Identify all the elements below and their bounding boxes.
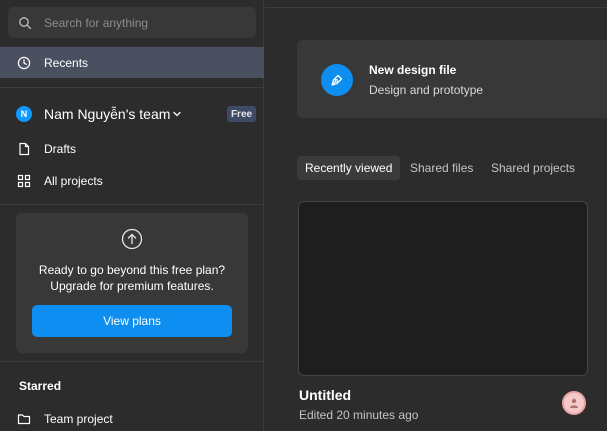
grid-icon — [17, 174, 31, 187]
sidebar-item-label: Recents — [44, 55, 89, 70]
tab-shared-projects[interactable]: Shared projects — [483, 156, 583, 180]
avatar — [562, 391, 586, 415]
tab-recently-viewed[interactable]: Recently viewed — [297, 156, 401, 180]
plan-badge: Free — [227, 106, 256, 122]
new-file-subtitle: Design and prototype — [369, 83, 484, 97]
team-avatar: N — [16, 106, 32, 122]
view-plans-button[interactable]: View plans — [32, 305, 232, 337]
sidebar-divider — [0, 361, 264, 362]
main-content: New design file Design and prototype Rec… — [265, 0, 607, 431]
sidebar: Recents N Nam Nguyễn's team Free Drafts — [0, 0, 264, 431]
app-window: Recents N Nam Nguyễn's team Free Drafts — [0, 0, 607, 431]
sidebar-item-recents[interactable]: Recents — [0, 47, 264, 78]
sidebar-divider — [0, 204, 264, 205]
pen-tool-icon — [331, 74, 343, 86]
upgrade-card: Ready to go beyond this free plan? Upgra… — [16, 213, 248, 353]
search-box[interactable] — [8, 7, 256, 38]
team-name: Nam Nguyễn's team — [44, 106, 171, 122]
sidebar-item-all-projects[interactable]: All projects — [0, 165, 264, 196]
folder-icon — [17, 413, 31, 424]
chevron-down-icon — [173, 111, 181, 117]
sidebar-item-label: Drafts — [44, 141, 77, 156]
sidebar-item-team-project[interactable]: Team project — [0, 403, 264, 431]
file-title[interactable]: Untitled — [299, 387, 351, 403]
starred-heading: Starred — [19, 379, 62, 393]
header-divider — [265, 7, 607, 8]
pen-tool-icon-badge — [321, 64, 353, 96]
search-icon — [19, 17, 32, 30]
file-thumbnail[interactable] — [298, 201, 588, 376]
sidebar-item-label: All projects — [44, 173, 103, 188]
new-design-file-card[interactable]: New design file Design and prototype — [297, 40, 607, 118]
tab-shared-files[interactable]: Shared files — [402, 156, 481, 180]
arrow-up-circle-icon — [121, 228, 143, 250]
clock-icon — [17, 56, 31, 69]
sidebar-item-label: Team project — [44, 411, 113, 426]
new-file-title: New design file — [369, 63, 457, 77]
file-icon — [19, 142, 30, 155]
sidebar-divider — [0, 87, 264, 88]
user-avatar-icon — [569, 398, 579, 408]
sidebar-item-drafts[interactable]: Drafts — [0, 133, 264, 164]
upgrade-text: Ready to go beyond this free plan? — [38, 263, 226, 277]
search-input[interactable] — [44, 7, 244, 38]
team-switcher[interactable]: N Nam Nguyễn's team Free — [0, 100, 264, 128]
upgrade-text: Upgrade for premium features. — [50, 279, 214, 293]
file-edited-time: Edited 20 minutes ago — [299, 408, 419, 422]
